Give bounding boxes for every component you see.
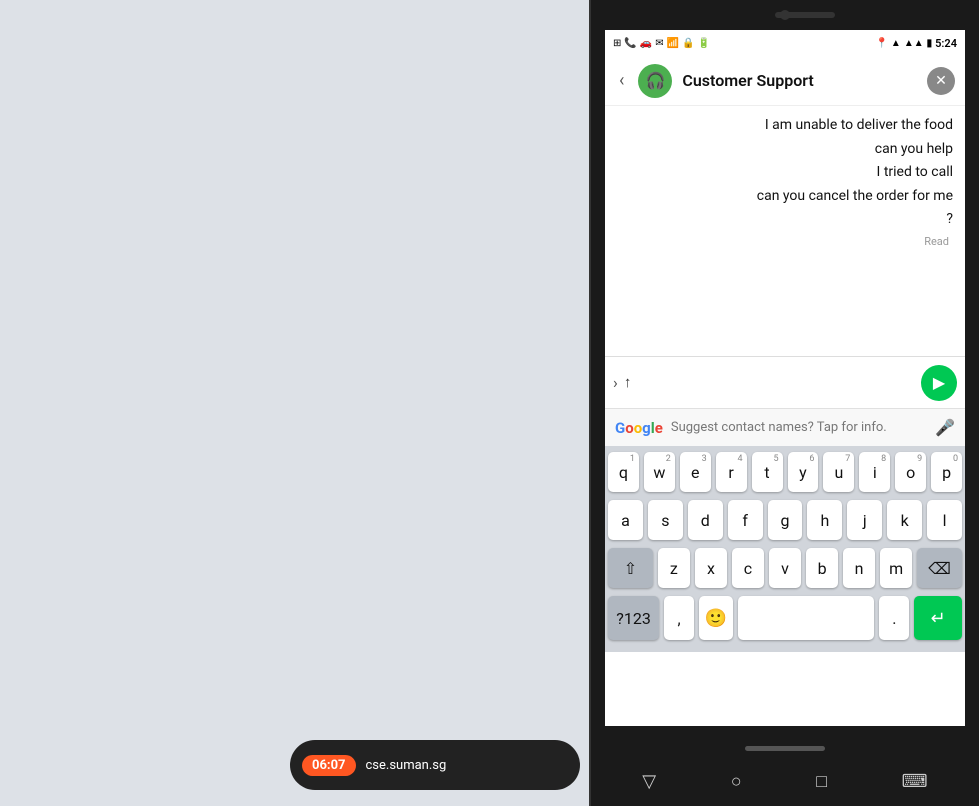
suggest-text: Suggest contact names? Tap for info. xyxy=(671,420,927,435)
delete-key[interactable]: ⌫ xyxy=(917,548,962,588)
symbols-key[interactable]: ?123 xyxy=(608,596,659,640)
status-icon-car: 🚗 xyxy=(640,38,652,49)
keyboard-row-3: ⇧ z x c v b n m ⌫ xyxy=(608,548,962,588)
status-signal-icon: ▲▲ xyxy=(904,38,924,49)
chevron-icon[interactable]: › xyxy=(613,373,618,392)
phone-nav-bar: ▽ ○ □ ⌨ xyxy=(605,756,965,806)
status-icon-apps: ⊞ xyxy=(613,38,621,49)
notification-time: 06:07 xyxy=(302,755,356,776)
comma-key[interactable]: , xyxy=(664,596,694,640)
status-location-icon: 📍 xyxy=(875,38,887,49)
support-avatar: 🎧 xyxy=(638,64,672,98)
mic-icon[interactable]: 🎤 xyxy=(935,418,955,437)
key-x[interactable]: x xyxy=(695,548,727,588)
notification-domain: cse.suman.sg xyxy=(366,758,447,773)
status-icon-msg: ✉ xyxy=(655,38,663,49)
emoji-key[interactable]: 🙂 xyxy=(699,596,733,640)
message-3: I tried to call xyxy=(617,163,953,183)
status-left-icons: ⊞ 📞 🚗 ✉ 📶 🔒 🔋 xyxy=(613,38,710,49)
key-j[interactable]: j xyxy=(847,500,882,540)
close-icon: ✕ xyxy=(935,73,947,89)
nav-recents-button[interactable]: □ xyxy=(816,771,827,792)
phone-speaker xyxy=(775,12,835,18)
key-f[interactable]: f xyxy=(728,500,763,540)
key-u[interactable]: 7u xyxy=(823,452,854,492)
status-wifi-icon: ▲ xyxy=(891,38,901,49)
key-n[interactable]: n xyxy=(843,548,875,588)
key-a[interactable]: a xyxy=(608,500,643,540)
desktop-background xyxy=(0,0,590,806)
status-icon-lock: 🔒 xyxy=(682,38,694,49)
message-text-3: I tried to call xyxy=(877,163,953,183)
nav-keyboard-button[interactable]: ⌨ xyxy=(902,771,928,792)
back-button[interactable]: ‹ xyxy=(615,66,628,95)
notification-bar[interactable]: 06:07 cse.suman.sg xyxy=(290,740,580,790)
period-key[interactable]: . xyxy=(879,596,909,640)
key-q[interactable]: 1q xyxy=(608,452,639,492)
google-logo: Google xyxy=(615,419,663,437)
key-r[interactable]: 4r xyxy=(716,452,747,492)
status-time: 5:24 xyxy=(935,37,957,50)
key-m[interactable]: m xyxy=(880,548,912,588)
nav-home-button[interactable]: ○ xyxy=(731,771,742,792)
shift-key[interactable]: ⇧ xyxy=(608,548,653,588)
key-d[interactable]: d xyxy=(688,500,723,540)
chat-header: ‹ 🎧 Customer Support ✕ xyxy=(605,56,965,106)
key-i[interactable]: 8i xyxy=(859,452,890,492)
message-input[interactable] xyxy=(624,366,915,400)
key-h[interactable]: h xyxy=(807,500,842,540)
key-l[interactable]: l xyxy=(927,500,962,540)
chat-title: Customer Support xyxy=(682,71,917,90)
key-p[interactable]: 0p xyxy=(931,452,962,492)
key-w[interactable]: 2w xyxy=(644,452,675,492)
close-button[interactable]: ✕ xyxy=(927,67,955,95)
status-icon-phone: 📞 xyxy=(624,38,636,49)
message-text-2: can you help xyxy=(875,140,953,160)
space-key[interactable] xyxy=(738,596,874,640)
send-button[interactable]: ▶ xyxy=(921,365,957,401)
key-y[interactable]: 6y xyxy=(788,452,819,492)
keyboard-row-2: a s d f g h j k l xyxy=(608,500,962,540)
key-z[interactable]: z xyxy=(658,548,690,588)
enter-key[interactable]: ↵ xyxy=(914,596,962,640)
key-s[interactable]: s xyxy=(648,500,683,540)
key-e[interactable]: 3e xyxy=(680,452,711,492)
status-icon-signal2: 📶 xyxy=(667,38,679,49)
key-k[interactable]: k xyxy=(887,500,922,540)
phone-screen: ⊞ 📞 🚗 ✉ 📶 🔒 🔋 📍 ▲ ▲▲ ▮ 5:24 ‹ 🎧 Cu xyxy=(605,30,965,726)
message-4: can you cancel the order for me xyxy=(617,187,953,207)
keyboard-row-1: 1q 2w 3e 4r 5t 6y 7u 8i 9o 0p xyxy=(608,452,962,492)
input-area: › ▶ xyxy=(605,356,965,408)
key-o[interactable]: 9o xyxy=(895,452,926,492)
phone-device: ⊞ 📞 🚗 ✉ 📶 🔒 🔋 📍 ▲ ▲▲ ▮ 5:24 ‹ 🎧 Cu xyxy=(589,0,979,806)
phone-bottom-bar xyxy=(745,746,825,751)
read-status: Read xyxy=(617,235,953,248)
message-2: can you help xyxy=(617,140,953,160)
message-text-1: I am unable to deliver the food xyxy=(765,116,953,136)
key-g[interactable]: g xyxy=(768,500,803,540)
status-bar: ⊞ 📞 🚗 ✉ 📶 🔒 🔋 📍 ▲ ▲▲ ▮ 5:24 xyxy=(605,30,965,56)
send-icon: ▶ xyxy=(933,373,945,392)
nav-back-button[interactable]: ▽ xyxy=(642,771,656,792)
message-text-5: ? xyxy=(946,210,953,230)
chat-messages-area: I am unable to deliver the food can you … xyxy=(605,106,965,356)
status-icon-battery2: 🔋 xyxy=(698,38,710,49)
message-text-4: can you cancel the order for me xyxy=(757,187,953,207)
headset-icon: 🎧 xyxy=(645,71,665,90)
key-c[interactable]: c xyxy=(732,548,764,588)
keyboard: 1q 2w 3e 4r 5t 6y 7u 8i 9o 0p a s d f g … xyxy=(605,446,965,652)
status-battery-icon: ▮ xyxy=(927,38,933,49)
message-5: ? xyxy=(617,210,953,230)
message-1: I am unable to deliver the food xyxy=(617,116,953,136)
key-v[interactable]: v xyxy=(769,548,801,588)
suggest-bar[interactable]: Google Suggest contact names? Tap for in… xyxy=(605,408,965,446)
key-t[interactable]: 5t xyxy=(752,452,783,492)
keyboard-row-4: ?123 , 🙂 . ↵ xyxy=(608,596,962,640)
status-right-icons: 📍 ▲ ▲▲ ▮ 5:24 xyxy=(875,37,957,50)
key-b[interactable]: b xyxy=(806,548,838,588)
